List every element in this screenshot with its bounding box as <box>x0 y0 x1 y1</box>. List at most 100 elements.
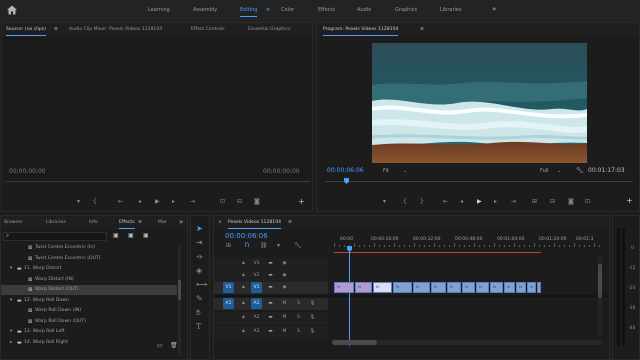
track-lock-icon[interactable]: 🔒︎ <box>238 270 249 281</box>
timeline-clip[interactable]: fx <box>373 282 392 293</box>
workspace-graphics[interactable]: Graphics <box>395 7 417 13</box>
effects-folder[interactable]: ▾ ▬ 11. Warp Distort <box>1 264 177 274</box>
folder-chevron-icon[interactable]: ▾ <box>10 327 12 337</box>
solo-button[interactable]: S <box>293 298 304 309</box>
timeline-timecode[interactable]: 00:00:06:06 <box>225 232 268 240</box>
effects-menu-icon[interactable]: ≡ <box>138 220 142 225</box>
effects-folder[interactable]: ▾ ▬ 12. Warp Roll Down <box>1 296 177 306</box>
workspace-effects[interactable]: Effects <box>318 7 335 13</box>
program-scrubber[interactable] <box>325 181 633 182</box>
workspace-libraries[interactable]: Libraries <box>440 7 462 13</box>
track-lock-icon[interactable]: 🔒︎ <box>238 326 249 337</box>
timeline-vertical-scroll-thumb[interactable] <box>598 264 602 298</box>
new-bin-icon[interactable]: ▭ <box>157 342 163 349</box>
timeline-clip[interactable]: fx <box>431 282 446 293</box>
hand-tool-icon[interactable]: ✋︎ <box>196 309 201 317</box>
effects-item[interactable]: ⊠ Warp Distort (IN) <box>1 275 177 285</box>
add-marker-icon[interactable]: ▾ <box>277 243 280 249</box>
folder-chevron-icon[interactable]: ▾ <box>10 264 12 274</box>
effects-item[interactable]: ⊠ Warp Distort (OUT) <box>1 285 177 295</box>
nest-icon[interactable]: ⊞ <box>226 243 231 249</box>
sync-lock-icon[interactable]: ▬ <box>265 258 276 269</box>
lift-icon[interactable]: ⊞ <box>532 199 537 205</box>
tab-sequence[interactable]: Pexels Videos 1128104 <box>228 220 282 229</box>
timeline-clip[interactable]: fx <box>527 282 536 293</box>
tab-program[interactable]: Program: Pexels Videos 1128104 <box>323 27 399 36</box>
timeline-clip[interactable]: fx <box>393 282 412 293</box>
step-back-icon[interactable]: ◂ <box>460 199 463 205</box>
sequence-menu-icon[interactable]: ≡ <box>288 220 292 225</box>
mark-out-icon[interactable]: } <box>420 199 424 205</box>
close-sequence-icon[interactable]: × <box>218 220 222 225</box>
go-to-out-icon[interactable]: ⇥ <box>190 199 195 205</box>
timeline-clip[interactable]: fx <box>334 282 354 293</box>
solo-button[interactable]: S <box>293 312 304 323</box>
sync-lock-icon[interactable]: ▬ <box>265 326 276 337</box>
mark-in-icon[interactable]: { <box>403 199 407 205</box>
program-menu-icon[interactable]: ≡ <box>420 27 424 32</box>
timeline-vertical-scrollbar[interactable] <box>598 256 602 336</box>
toggle-output-eye-icon[interactable]: ◉ <box>279 282 290 293</box>
program-playhead[interactable] <box>344 178 349 184</box>
fit-chevron-icon[interactable]: ⌄ <box>403 168 407 174</box>
effects-item[interactable]: ⊠ Twist Centre Eccentric (In) <box>1 243 177 253</box>
effects-item[interactable]: ⊠ Warp Roll Down (OUT) <box>1 317 177 327</box>
timeline-clip[interactable]: fx <box>490 282 503 293</box>
tab-libraries[interactable]: Libraries <box>46 220 66 225</box>
track-lock-icon[interactable]: 🔒︎ <box>238 312 249 323</box>
tab-source-menu-icon[interactable]: ≡ <box>54 27 58 32</box>
add-button-icon[interactable]: + <box>626 197 633 205</box>
go-to-in-icon[interactable]: ⇤ <box>443 199 448 205</box>
workspace-menu-icon[interactable]: ≡ <box>266 7 270 13</box>
go-to-in-icon[interactable]: ⇤ <box>118 199 123 205</box>
voice-over-record-icon[interactable]: 🎙︎ <box>307 326 318 337</box>
extract-icon[interactable]: ⊟ <box>550 199 555 205</box>
effects-folder[interactable]: ▸ ▬ 14. Warp Roll Right <box>1 338 177 348</box>
tab-audio-clip-mixer[interactable]: Audio Clip Mixer: Pexels Videos 1128104 <box>69 27 162 32</box>
timeline-clip[interactable]: fx <box>476 282 489 293</box>
toggle-output-eye-icon[interactable]: ◉ <box>279 270 290 281</box>
sync-lock-icon[interactable]: ▬ <box>265 298 276 309</box>
play-icon[interactable]: ▶ <box>477 199 482 205</box>
overwrite-icon[interactable]: ⊟ <box>237 199 242 205</box>
more-workspaces-button[interactable]: » <box>492 5 496 13</box>
workspace-learning[interactable]: Learning <box>148 7 170 13</box>
accelerated-effects-icon[interactable]: ▣ <box>113 232 119 239</box>
effects-item[interactable]: ⊠ Warp Roll Down (IN) <box>1 306 177 316</box>
sync-lock-icon[interactable]: ▬ <box>265 282 276 293</box>
mark-in-icon[interactable]: { <box>93 199 97 205</box>
source-scrubber[interactable] <box>6 181 310 182</box>
workspace-color[interactable]: Color <box>281 7 294 13</box>
effects-item[interactable]: ⊠ Twist Centre Eccentric (OUT) <box>1 254 177 264</box>
tab-source[interactable]: Source: (no clips) <box>6 27 46 36</box>
pen-tool-icon[interactable]: ✎ <box>196 295 203 303</box>
step-back-icon[interactable]: ◂ <box>138 199 141 205</box>
track-select-tool-icon[interactable]: ⇥ <box>196 239 203 247</box>
timeline-settings-icon[interactable]: 🔧︎ <box>294 243 302 249</box>
track-target-a3[interactable]: A3 <box>251 326 262 337</box>
sync-lock-icon[interactable]: ▬ <box>265 270 276 281</box>
effects-search-input[interactable]: ⌕ <box>3 232 107 241</box>
solo-button[interactable]: S <box>293 326 304 337</box>
track-target-v3[interactable]: V3 <box>251 258 262 269</box>
add-marker-icon[interactable]: ▾ <box>77 199 80 205</box>
mute-button[interactable]: M <box>279 312 290 323</box>
effects-scrollbar-thumb[interactable] <box>178 280 181 300</box>
timeline-clip[interactable]: fx <box>413 282 430 293</box>
source-patch-a1[interactable]: A1 <box>223 298 234 309</box>
track-target-v1[interactable]: V1 <box>251 282 262 293</box>
tab-info[interactable]: Info <box>89 220 98 225</box>
timeline-clip[interactable]: fx <box>516 282 526 293</box>
program-timecode-current[interactable]: 00:00:06:06 <box>327 167 364 174</box>
type-tool-icon[interactable]: T <box>196 323 201 331</box>
go-to-out-icon[interactable]: ⇥ <box>511 199 516 205</box>
quality-dropdown[interactable]: Full <box>540 168 549 174</box>
snap-icon[interactable]: ∩ <box>244 241 250 249</box>
sync-lock-icon[interactable]: ▬ <box>265 312 276 323</box>
add-marker-icon[interactable]: ▾ <box>383 199 386 205</box>
work-area-bar[interactable] <box>334 252 541 253</box>
export-frame-icon[interactable]: ◙ <box>254 199 260 205</box>
quality-chevron-icon[interactable]: ⌄ <box>557 168 561 174</box>
effects-folder[interactable]: ▾ ▬ 13. Warp Roll Left <box>1 327 177 337</box>
timeline-zoom-scrollbar[interactable] <box>332 340 602 345</box>
